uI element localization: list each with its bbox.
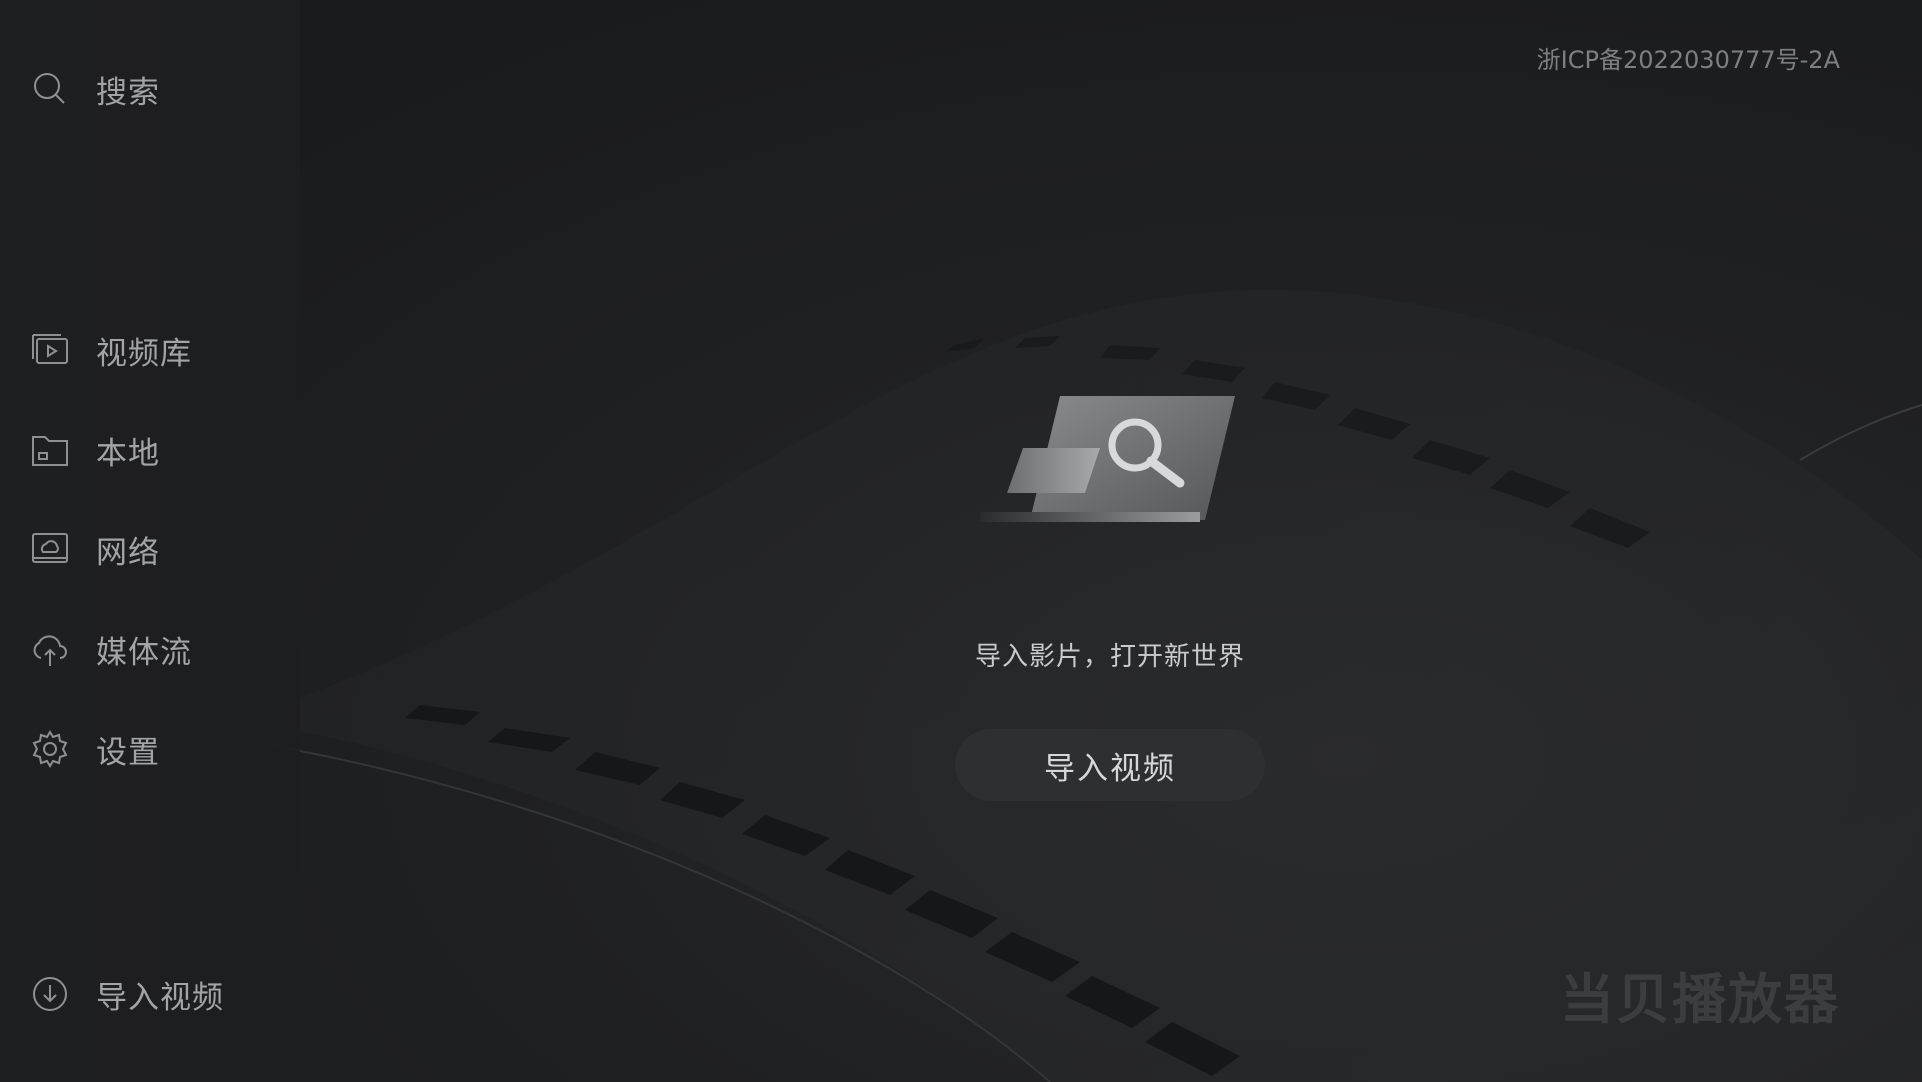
search-icon xyxy=(28,67,72,111)
icp-record: 浙ICP备2022030777号-2A xyxy=(1536,46,1840,74)
sidebar-item-label: 导入视频 xyxy=(96,979,224,1016)
gear-icon xyxy=(28,727,72,771)
import-video-button[interactable]: 导入视频 xyxy=(955,729,1265,801)
magnifier-card-icon xyxy=(980,396,1235,522)
sidebar-item-label: 网络 xyxy=(96,534,160,571)
empty-state-message: 导入影片，打开新世界 xyxy=(974,642,1245,672)
sidebar-item-import-video[interactable]: 导入视频 xyxy=(28,969,224,1019)
sidebar-item-settings[interactable]: 设置 xyxy=(28,724,160,774)
download-circle-icon xyxy=(28,972,72,1016)
network-icon xyxy=(28,527,72,571)
folder-icon xyxy=(28,428,72,472)
sidebar-item-label: 搜索 xyxy=(96,74,160,111)
sidebar-item-video-library[interactable]: 视频库 xyxy=(28,325,192,375)
app-root: 搜索 视频库 本地 网络 媒体流 设置 导入视频 浙ICP备2022030777… xyxy=(0,0,1922,1082)
sidebar-item-label: 视频库 xyxy=(96,335,192,372)
sidebar-item-label: 本地 xyxy=(96,435,160,472)
sidebar-item-local[interactable]: 本地 xyxy=(28,425,160,475)
video-library-icon xyxy=(28,328,72,372)
brand-watermark: 当贝播放器 xyxy=(1560,968,1840,1031)
sidebar-item-network[interactable]: 网络 xyxy=(28,524,160,574)
sidebar-item-label: 设置 xyxy=(96,734,160,771)
sidebar-item-search[interactable]: 搜索 xyxy=(28,64,160,114)
sidebar: 搜索 视频库 本地 网络 媒体流 设置 导入视频 xyxy=(0,0,300,1082)
